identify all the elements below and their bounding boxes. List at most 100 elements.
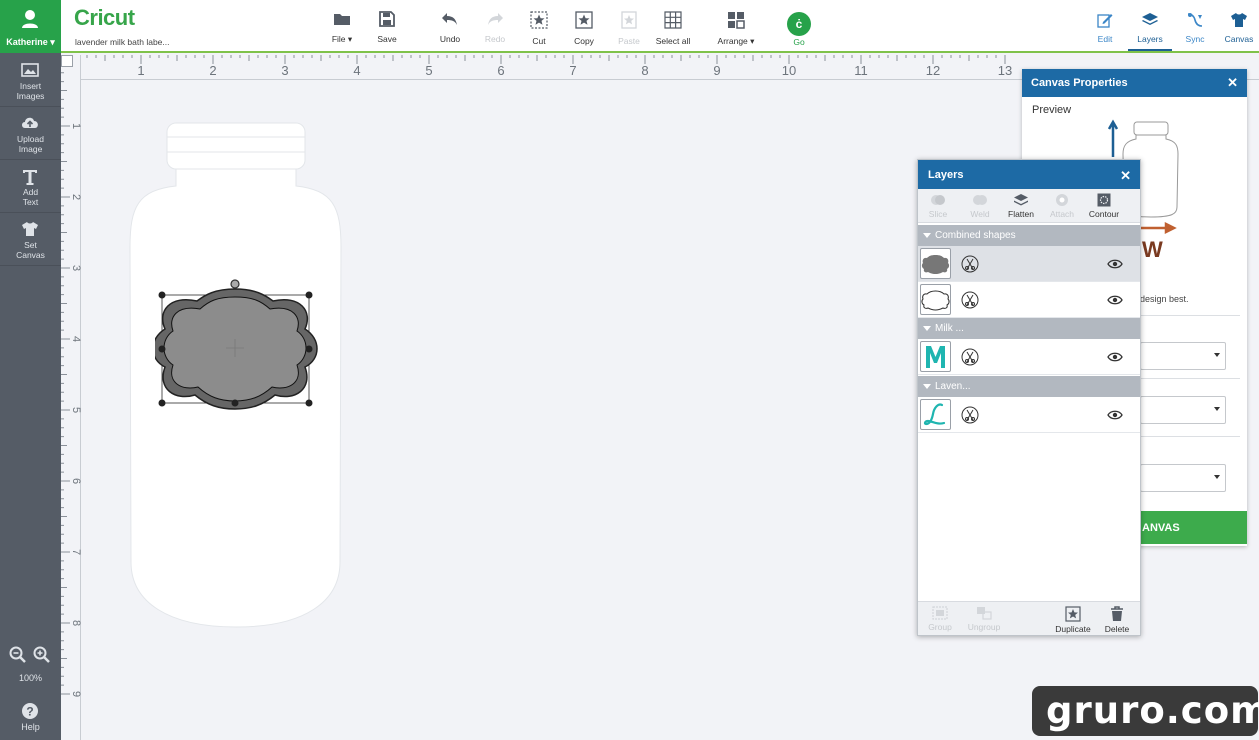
sidebar-item-add-text[interactable]: Add Text bbox=[0, 161, 61, 213]
sidebar-item-insert-images[interactable]: Insert Images bbox=[0, 55, 61, 107]
ruler-label: 12 bbox=[926, 63, 940, 78]
zoom-in-icon[interactable] bbox=[33, 646, 51, 664]
canvas-tab-label: Canvas bbox=[1224, 34, 1254, 44]
eye-icon[interactable] bbox=[1107, 259, 1123, 269]
tab-edit[interactable]: Edit bbox=[1083, 12, 1127, 44]
layers-panel-title: Layers bbox=[928, 169, 964, 181]
ruler-label: 9 bbox=[70, 691, 81, 697]
canvas-type-select[interactable] bbox=[1140, 342, 1226, 370]
sidebar-item-upload-image[interactable]: Upload Image bbox=[0, 108, 61, 160]
tab-canvas[interactable]: Canvas bbox=[1217, 12, 1259, 44]
zoom-level: 100% bbox=[18, 673, 43, 683]
eye-icon[interactable] bbox=[1107, 352, 1123, 362]
duplicate-button[interactable]: Duplicate bbox=[1053, 606, 1093, 634]
delete-label: Delete bbox=[1104, 624, 1130, 634]
ruler-label: 13 bbox=[998, 63, 1012, 78]
tab-layers[interactable]: Layers bbox=[1128, 12, 1172, 51]
copy-button[interactable]: Copy bbox=[559, 11, 609, 46]
layers-tab-label: Layers bbox=[1137, 34, 1163, 44]
go-button[interactable]: ċ bbox=[787, 12, 811, 36]
sidebar-item-label: Add Text bbox=[22, 187, 39, 207]
flatten-button[interactable]: Flatten bbox=[1001, 193, 1041, 219]
group-button[interactable]: Group bbox=[920, 606, 960, 632]
cut-mode-icon[interactable] bbox=[961, 255, 979, 273]
undo-button[interactable]: Undo bbox=[425, 11, 475, 44]
cut-button[interactable]: Cut bbox=[514, 11, 564, 46]
layer-group-milk[interactable]: Milk ... bbox=[918, 318, 1140, 339]
undo-label: Undo bbox=[439, 34, 461, 44]
copy-icon bbox=[575, 11, 593, 29]
slice-label: Slice bbox=[928, 209, 948, 219]
layers-bottom-toolbar: Group Ungroup Duplicate Delete bbox=[918, 601, 1140, 635]
layer-thumbnail bbox=[920, 284, 951, 315]
weld-button[interactable]: Weld bbox=[960, 193, 1000, 219]
user-icon bbox=[22, 10, 38, 28]
select-all-button[interactable]: Select all bbox=[648, 11, 698, 46]
sidebar-item-label: Insert Images bbox=[16, 81, 45, 101]
ungroup-icon bbox=[977, 607, 992, 620]
duplicate-label: Duplicate bbox=[1055, 624, 1091, 634]
layer-row[interactable] bbox=[918, 397, 1140, 433]
attach-button[interactable]: Attach bbox=[1042, 193, 1082, 219]
undo-icon bbox=[442, 13, 457, 25]
ruler-corner bbox=[61, 55, 73, 67]
user-name: Katherine ▾ bbox=[6, 37, 55, 47]
layer-group-combined-shapes[interactable]: Combined shapes bbox=[918, 225, 1140, 246]
edit-tab-label: Edit bbox=[1097, 34, 1113, 44]
preview-label: Preview bbox=[1032, 104, 1072, 116]
contour-button[interactable]: Contour bbox=[1084, 193, 1124, 219]
cut-mode-icon[interactable] bbox=[961, 406, 979, 424]
canvas-color-select[interactable] bbox=[1140, 464, 1226, 492]
layer-group-lavender[interactable]: Laven... bbox=[918, 376, 1140, 397]
layer-row[interactable] bbox=[918, 246, 1140, 282]
eye-icon[interactable] bbox=[1107, 410, 1123, 420]
flatten-icon bbox=[1014, 194, 1028, 206]
chevron-down-icon bbox=[1214, 475, 1220, 479]
cricut-logo: Cricut bbox=[74, 5, 135, 30]
ruler-label: 8 bbox=[641, 63, 648, 78]
layers-icon bbox=[1142, 13, 1158, 25]
save-button[interactable]: Save bbox=[362, 11, 412, 44]
arrange-menu-button[interactable]: Arrange ▾ bbox=[711, 11, 761, 47]
redo-label: Redo bbox=[484, 34, 506, 44]
layer-row[interactable] bbox=[918, 282, 1140, 318]
ruler-label: 10 bbox=[782, 63, 796, 78]
zoom-out-icon[interactable] bbox=[9, 646, 27, 664]
ungroup-button[interactable]: Ungroup bbox=[964, 606, 1004, 632]
layer-thumbnail bbox=[920, 399, 951, 430]
eye-icon[interactable] bbox=[1107, 295, 1123, 305]
help-label[interactable]: Help bbox=[0, 722, 61, 732]
ruler-label: 4 bbox=[353, 63, 360, 78]
help-icon[interactable]: ? bbox=[21, 702, 39, 720]
delete-button[interactable]: Delete bbox=[1097, 606, 1137, 634]
slice-button[interactable]: Slice bbox=[918, 193, 958, 219]
redo-button[interactable]: Redo bbox=[470, 11, 520, 44]
svg-text:?: ? bbox=[26, 705, 33, 719]
slice-icon bbox=[931, 195, 945, 205]
selected-label-shape[interactable] bbox=[155, 279, 320, 411]
project-name[interactable]: lavender milk bath labe... bbox=[75, 37, 170, 47]
close-icon[interactable]: ✕ bbox=[1227, 75, 1238, 91]
layer-group-label: Laven... bbox=[935, 381, 971, 392]
sync-tab-label: Sync bbox=[1185, 34, 1205, 44]
chevron-down-icon bbox=[923, 326, 931, 331]
apply-canvas-button[interactable]: ANVAS bbox=[1140, 511, 1247, 544]
canvas-size-select[interactable] bbox=[1140, 396, 1226, 424]
cut-mode-icon[interactable] bbox=[961, 348, 979, 366]
chevron-down-icon bbox=[1214, 407, 1220, 411]
divider bbox=[1140, 378, 1240, 379]
paste-button[interactable]: Paste bbox=[604, 11, 654, 46]
tab-sync[interactable]: Sync bbox=[1173, 12, 1217, 44]
attach-icon bbox=[1056, 194, 1068, 206]
close-icon[interactable]: ✕ bbox=[1120, 168, 1131, 184]
chevron-down-icon bbox=[1214, 353, 1220, 357]
cut-mode-icon[interactable] bbox=[961, 291, 979, 309]
file-menu-button[interactable]: File ▾ bbox=[317, 11, 367, 45]
sidebar-item-set-canvas[interactable]: Set Canvas bbox=[0, 214, 61, 266]
user-menu[interactable]: Katherine ▾ bbox=[0, 0, 61, 53]
go-label[interactable]: Go bbox=[774, 37, 824, 47]
select-all-label: Select all bbox=[655, 36, 691, 46]
folder-icon bbox=[334, 14, 350, 25]
layer-row[interactable] bbox=[918, 339, 1140, 375]
chevron-down-icon bbox=[923, 233, 931, 238]
